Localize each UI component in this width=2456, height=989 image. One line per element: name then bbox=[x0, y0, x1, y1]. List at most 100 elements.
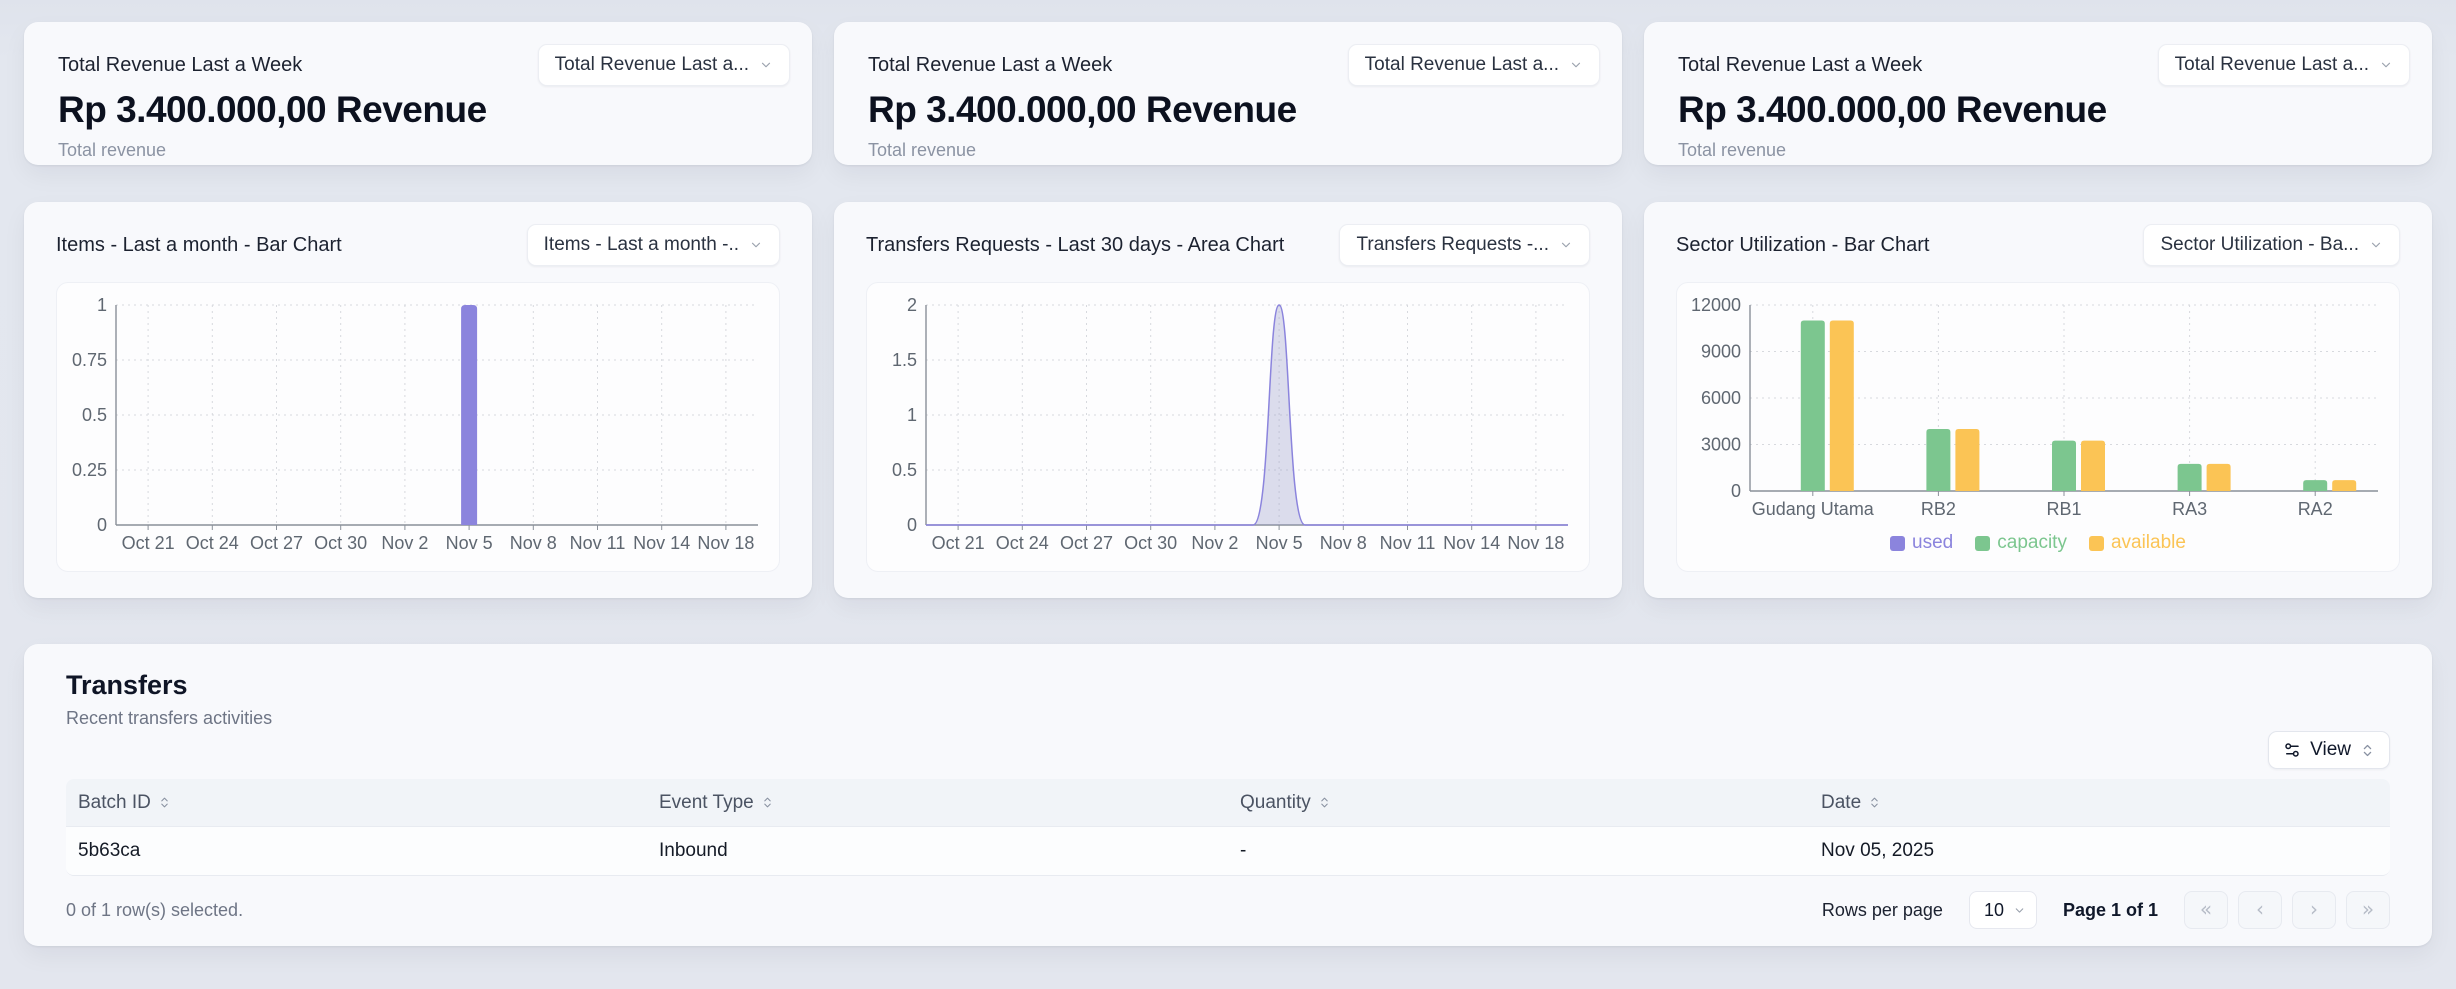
stat-subtitle: Total revenue bbox=[58, 140, 778, 161]
transfers-table: Batch ID Event Type Quantity Date 5b63ca bbox=[66, 779, 2390, 876]
dropdown-label: Items - Last a month -.. bbox=[544, 234, 739, 256]
column-header-event-type[interactable]: Event Type bbox=[647, 792, 1228, 814]
stat-card-2: Total Revenue Last a Week Total Revenue … bbox=[834, 22, 1622, 165]
table-footer: 0 of 1 row(s) selected. Rows per page 10… bbox=[66, 890, 2390, 930]
svg-text:0.5: 0.5 bbox=[892, 460, 917, 480]
transfers-area-chart-card: Transfers Requests - Last 30 days - Area… bbox=[834, 202, 1622, 598]
svg-text:RA3: RA3 bbox=[2172, 499, 2207, 519]
svg-text:1: 1 bbox=[97, 295, 107, 315]
previous-page-button[interactable]: ‹ bbox=[2238, 891, 2282, 929]
dropdown-label: Total Revenue Last a... bbox=[555, 54, 749, 76]
svg-text:Oct 21: Oct 21 bbox=[932, 533, 985, 553]
svg-text:1.5: 1.5 bbox=[892, 350, 917, 370]
sector-utilization-chart-card: Sector Utilization - Bar Chart Sector Ut… bbox=[1644, 202, 2432, 598]
table-header-row: Batch ID Event Type Quantity Date bbox=[66, 779, 2390, 827]
svg-text:Nov 18: Nov 18 bbox=[697, 533, 754, 553]
svg-text:Nov 18: Nov 18 bbox=[1507, 533, 1564, 553]
column-header-date[interactable]: Date bbox=[1809, 792, 2390, 814]
svg-text:Nov 8: Nov 8 bbox=[1320, 533, 1367, 553]
view-button[interactable]: View bbox=[2268, 731, 2390, 769]
chart-header: Sector Utilization - Bar Chart Sector Ut… bbox=[1676, 224, 2400, 266]
rows-per-page-select[interactable]: 10 bbox=[1969, 891, 2037, 929]
stat-range-dropdown[interactable]: Total Revenue Last a... bbox=[538, 44, 790, 86]
column-header-quantity[interactable]: Quantity bbox=[1228, 792, 1809, 814]
legend-label: available bbox=[2111, 532, 2186, 554]
chevron-down-icon bbox=[2013, 904, 2026, 917]
svg-text:2: 2 bbox=[907, 295, 917, 315]
svg-text:Nov 8: Nov 8 bbox=[510, 533, 557, 553]
svg-text:Nov 5: Nov 5 bbox=[1256, 533, 1303, 553]
svg-text:Oct 24: Oct 24 bbox=[996, 533, 1049, 553]
svg-text:Gudang Utama: Gudang Utama bbox=[1752, 499, 1875, 519]
table-row[interactable]: 5b63ca Inbound - Nov 05, 2025 bbox=[66, 827, 2390, 875]
chart-title: Items - Last a month - Bar Chart bbox=[56, 234, 342, 257]
svg-text:Oct 21: Oct 21 bbox=[122, 533, 175, 553]
chevron-down-icon bbox=[2379, 58, 2393, 72]
transfers-title: Transfers bbox=[66, 670, 2390, 701]
column-label: Date bbox=[1821, 792, 1861, 814]
chevron-down-icon bbox=[749, 238, 763, 252]
first-page-button[interactable]: « bbox=[2184, 891, 2228, 929]
stat-subtitle: Total revenue bbox=[868, 140, 1588, 161]
transfers-subtitle: Recent transfers activities bbox=[66, 708, 2390, 729]
svg-text:RB2: RB2 bbox=[1921, 499, 1956, 519]
svg-text:0: 0 bbox=[907, 515, 917, 535]
stat-subtitle: Total revenue bbox=[1678, 140, 2398, 161]
chart-select-dropdown[interactable]: Sector Utilization - Ba... bbox=[2143, 224, 2400, 266]
svg-text:1: 1 bbox=[907, 405, 917, 425]
chevron-down-icon bbox=[1559, 238, 1573, 252]
next-page-button[interactable]: › bbox=[2292, 891, 2336, 929]
dropdown-label: Total Revenue Last a... bbox=[2175, 54, 2369, 76]
stat-range-dropdown[interactable]: Total Revenue Last a... bbox=[1348, 44, 1600, 86]
view-button-label: View bbox=[2310, 739, 2351, 761]
items-bar-chart-card: Items - Last a month - Bar Chart Items -… bbox=[24, 202, 812, 598]
sort-icon bbox=[1318, 796, 1331, 809]
chart-title: Sector Utilization - Bar Chart bbox=[1676, 234, 1929, 257]
svg-text:0: 0 bbox=[97, 515, 107, 535]
chart-header: Transfers Requests - Last 30 days - Area… bbox=[866, 224, 1590, 266]
column-label: Batch ID bbox=[78, 792, 151, 814]
svg-text:Nov 14: Nov 14 bbox=[1443, 533, 1500, 553]
legend-item-capacity[interactable]: capacity bbox=[1975, 532, 2067, 554]
legend-item-available[interactable]: available bbox=[2089, 532, 2186, 554]
svg-text:Oct 27: Oct 27 bbox=[1060, 533, 1113, 553]
table-toolbar: View bbox=[66, 731, 2390, 769]
stat-cards-row: Total Revenue Last a Week Total Revenue … bbox=[24, 22, 2432, 165]
dashboard-page: Total Revenue Last a Week Total Revenue … bbox=[0, 0, 2456, 989]
column-label: Quantity bbox=[1240, 792, 1311, 814]
legend-item-used[interactable]: used bbox=[1890, 532, 1953, 554]
stat-range-dropdown[interactable]: Total Revenue Last a... bbox=[2158, 44, 2410, 86]
chart-select-dropdown[interactable]: Transfers Requests -... bbox=[1339, 224, 1590, 266]
legend-swatch bbox=[1975, 536, 1990, 551]
rows-selected-text: 0 of 1 row(s) selected. bbox=[66, 900, 243, 921]
svg-text:Nov 5: Nov 5 bbox=[446, 533, 493, 553]
svg-text:3000: 3000 bbox=[1701, 435, 1741, 455]
dropdown-label: Total Revenue Last a... bbox=[1365, 54, 1559, 76]
svg-text:RA2: RA2 bbox=[2298, 499, 2333, 519]
chevrons-up-down-icon bbox=[2360, 743, 2375, 758]
last-page-button[interactable]: » bbox=[2346, 891, 2390, 929]
cell-event-type: Inbound bbox=[647, 840, 1228, 862]
svg-text:Nov 11: Nov 11 bbox=[1380, 533, 1436, 553]
stat-card-1: Total Revenue Last a Week Total Revenue … bbox=[24, 22, 812, 165]
chevron-down-icon bbox=[759, 58, 773, 72]
column-label: Event Type bbox=[659, 792, 754, 814]
svg-text:Oct 30: Oct 30 bbox=[1124, 533, 1177, 553]
svg-text:0.75: 0.75 bbox=[72, 350, 107, 370]
svg-text:6000: 6000 bbox=[1701, 388, 1741, 408]
chart-select-dropdown[interactable]: Items - Last a month -.. bbox=[527, 224, 780, 266]
svg-text:0.5: 0.5 bbox=[82, 405, 107, 425]
svg-text:Oct 24: Oct 24 bbox=[186, 533, 239, 553]
stat-value: Rp 3.400.000,00 Revenue bbox=[868, 89, 1588, 131]
page-indicator: Page 1 of 1 bbox=[2063, 900, 2158, 921]
area-chart-canvas: Oct 21Oct 24Oct 27Oct 30Nov 2Nov 5Nov 8N… bbox=[866, 282, 1590, 572]
cell-date: Nov 05, 2025 bbox=[1809, 840, 2390, 862]
sort-icon bbox=[1868, 796, 1881, 809]
chevron-down-icon bbox=[2369, 238, 2383, 252]
svg-text:0.25: 0.25 bbox=[72, 460, 107, 480]
bar-chart-canvas: Oct 21Oct 24Oct 27Oct 30Nov 2Nov 5Nov 8N… bbox=[56, 282, 780, 572]
dropdown-label: Sector Utilization - Ba... bbox=[2160, 234, 2359, 256]
column-header-batch-id[interactable]: Batch ID bbox=[66, 792, 647, 814]
svg-text:Oct 30: Oct 30 bbox=[314, 533, 367, 553]
stat-value: Rp 3.400.000,00 Revenue bbox=[58, 89, 778, 131]
